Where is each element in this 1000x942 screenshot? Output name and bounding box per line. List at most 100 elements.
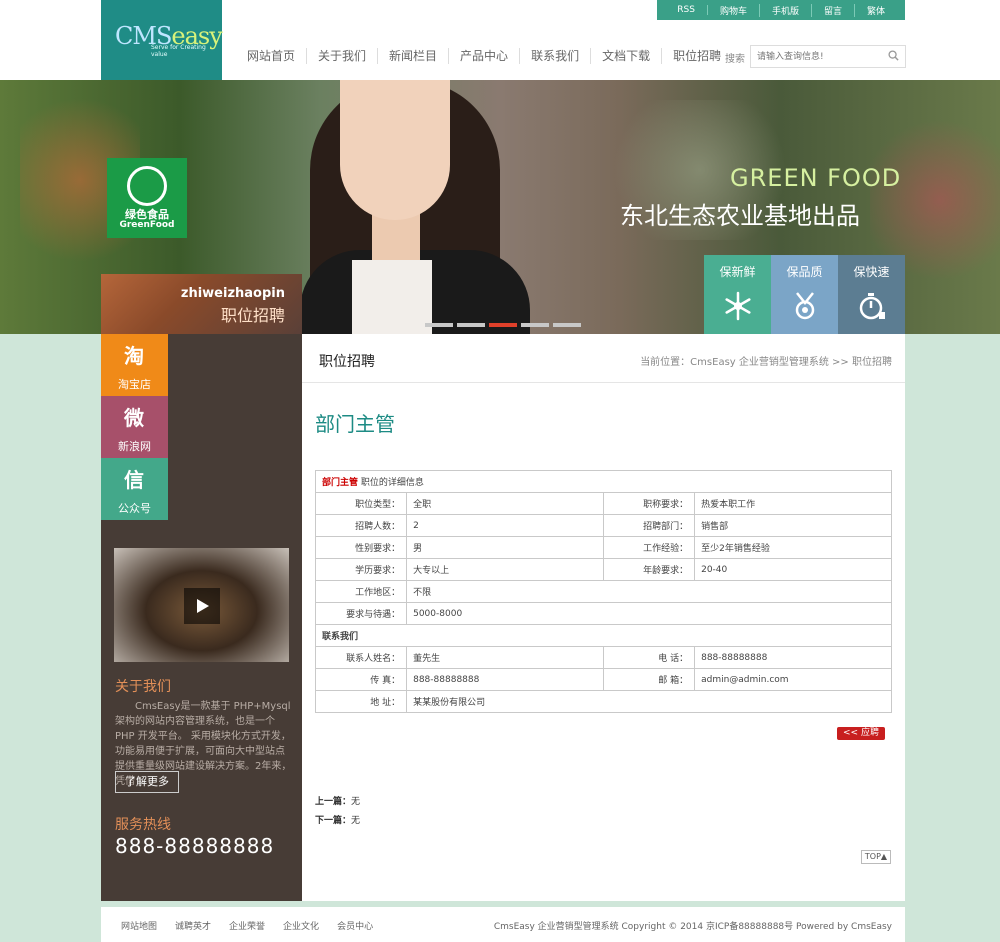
- nav-item-jobs[interactable]: 职位招聘: [662, 48, 732, 64]
- field-value: 全职: [406, 492, 604, 515]
- footer: 网站地图 诚聘英才 企业荣誉 企业文化 会员中心 CmsEasy 企业营销型管理…: [101, 907, 905, 942]
- field-label: 性别要求：: [314, 536, 408, 559]
- logo-tagline: Serve for Creating value: [151, 44, 206, 58]
- video-thumbnail[interactable]: [114, 548, 289, 662]
- next-article[interactable]: 下一篇：无: [315, 813, 360, 826]
- footer-link-careers[interactable]: 诚聘英才: [175, 919, 211, 932]
- green-food-badge: 绿色食品 GreenFood: [107, 158, 187, 238]
- page: CMSeasy Serve for Creating value RSS 购物车…: [0, 0, 1000, 942]
- nav-item-home[interactable]: 网站首页: [236, 48, 308, 64]
- snowflake-icon: [725, 291, 751, 321]
- prev-value: 无: [351, 797, 361, 807]
- search-input[interactable]: [757, 50, 877, 63]
- nav-item-downloads[interactable]: 文档下载: [591, 48, 663, 64]
- field-label: 职称要求：: [602, 492, 696, 515]
- field-value: 2: [406, 514, 604, 537]
- slide-dot[interactable]: [457, 323, 485, 327]
- nav-item-about[interactable]: 关于我们: [307, 48, 379, 64]
- learn-more-button[interactable]: 了解更多: [115, 771, 179, 793]
- slide-dot[interactable]: [553, 323, 581, 327]
- feature-label: 保品质: [786, 265, 823, 279]
- table-row: 地 址： 某某股份有限公司: [314, 690, 892, 713]
- field-value: 不限: [406, 580, 892, 603]
- table-row: 招聘人数： 2 招聘部门： 销售部: [314, 514, 892, 537]
- field-label: 传 真：: [314, 668, 408, 691]
- stopwatch-icon: [859, 293, 885, 320]
- green-food-logo-icon: [127, 166, 167, 206]
- caption-job-name: 部门主管: [322, 478, 359, 488]
- field-label: 工作经验：: [602, 536, 696, 559]
- nav-item-news[interactable]: 新闻栏目: [378, 48, 450, 64]
- about-title: 关于我们: [115, 679, 171, 695]
- field-label: 招聘人数：: [314, 514, 408, 537]
- prev-article[interactable]: 上一篇：无: [315, 794, 360, 807]
- field-value: 888-88888888: [694, 646, 892, 669]
- field-label: 工作地区：: [314, 580, 408, 603]
- job-details-table: 部门主管 职位的详细信息 职位类型： 全职 职称要求： 热爱本职工作 招聘人数：…: [314, 470, 892, 713]
- footer-link-members[interactable]: 会员中心: [337, 919, 373, 932]
- hotline-number: 888-88888888: [115, 834, 275, 858]
- slide-dot[interactable]: [425, 323, 453, 327]
- nav-item-products[interactable]: 产品中心: [449, 48, 521, 64]
- search-label: 搜索: [725, 54, 745, 65]
- footer-link-honors[interactable]: 企业荣誉: [229, 919, 265, 932]
- topbar-link-message[interactable]: 留言: [812, 3, 855, 17]
- field-value: 5000-8000: [406, 602, 892, 625]
- table-row: 工作地区： 不限: [314, 580, 892, 603]
- social-taobao[interactable]: 淘 淘宝店: [101, 334, 168, 396]
- back-to-top-button[interactable]: TOP▲: [861, 850, 891, 864]
- field-label: 职位类型：: [314, 492, 408, 515]
- page-title: 职位招聘: [319, 354, 375, 370]
- feature-label: 保快速: [853, 265, 890, 279]
- social-label: 新浪网: [118, 440, 151, 453]
- section-tab: zhiweizhaopin 职位招聘: [101, 274, 302, 334]
- play-button[interactable]: [184, 588, 220, 624]
- breadcrumb[interactable]: 当前位置：CmsEasy 企业营销型管理系统 >> 职位招聘: [640, 353, 892, 368]
- field-label: 学历要求：: [314, 558, 408, 581]
- search-icon[interactable]: [888, 50, 899, 61]
- banner-person-face: [340, 80, 450, 220]
- main-content: 职位招聘 当前位置：CmsEasy 企业营销型管理系统 >> 职位招聘 部门主管…: [302, 334, 905, 901]
- nav-item-contact[interactable]: 联系我们: [520, 48, 592, 64]
- field-value: 董先生: [406, 646, 604, 669]
- next-value: 无: [351, 816, 361, 826]
- next-label: 下一篇：: [315, 816, 352, 826]
- wechat-icon: 信: [124, 468, 144, 492]
- content-header: 职位招聘 当前位置：CmsEasy 企业营销型管理系统 >> 职位招聘: [302, 334, 905, 383]
- field-label: 要求与待遇：: [314, 602, 408, 625]
- field-value: 至少2年销售经验: [694, 536, 892, 559]
- table-row: 联系人姓名： 董先生 电 话： 888-88888888: [314, 646, 892, 669]
- hotline-title: 服务热线: [115, 817, 171, 833]
- social-label: 淘宝店: [118, 378, 151, 391]
- footer-link-sitemap[interactable]: 网站地图: [121, 919, 157, 932]
- badge-line-2: GreenFood: [119, 220, 175, 230]
- footer-link-culture[interactable]: 企业文化: [283, 919, 319, 932]
- section-tab-pinyin: zhiweizhaopin: [180, 286, 285, 301]
- table-caption-row: 部门主管 职位的详细信息: [315, 470, 892, 493]
- slide-dot[interactable]: [521, 323, 549, 327]
- banner-headline-cn: 东北生态农业基地出品: [620, 202, 860, 230]
- slide-dot[interactable]: [489, 323, 517, 327]
- taobao-icon: 淘: [124, 344, 144, 368]
- search-box: [750, 45, 906, 68]
- banner-headline-en: GREEN FOOD: [730, 164, 902, 192]
- table-row: 传 真： 888-88888888 邮 箱： admin@admin.com: [314, 668, 892, 691]
- table-caption: 部门主管 职位的详细信息: [315, 470, 892, 493]
- apply-button[interactable]: << 应聘: [837, 727, 885, 740]
- field-label: 邮 箱：: [602, 668, 696, 691]
- field-value: admin@admin.com: [694, 668, 892, 691]
- social-weibo[interactable]: 微 新浪网: [101, 396, 168, 458]
- field-value: 销售部: [694, 514, 892, 537]
- job-title: 部门主管: [315, 412, 395, 436]
- topbar-link-cart[interactable]: 购物车: [708, 3, 760, 17]
- site-logo[interactable]: CMSeasy Serve for Creating value: [101, 0, 223, 80]
- field-label: 电 话：: [602, 646, 696, 669]
- topbar-link-mobile[interactable]: 手机版: [760, 3, 812, 17]
- copyright-text: CmsEasy 企业营销型管理系统 Copyright © 2014 京ICP备…: [493, 922, 892, 932]
- hero-banner: 绿色食品 GreenFood GREEN FOOD 东北生态农业基地出品 保新鲜…: [0, 80, 1000, 334]
- section-tab-title: 职位招聘: [220, 306, 285, 325]
- social-wechat[interactable]: 信 公众号: [101, 458, 168, 520]
- table-row: 性别要求： 男 工作经验： 至少2年销售经验: [314, 536, 892, 559]
- topbar-link-rss[interactable]: RSS: [665, 5, 708, 15]
- topbar-link-traditional[interactable]: 繁体: [855, 4, 897, 17]
